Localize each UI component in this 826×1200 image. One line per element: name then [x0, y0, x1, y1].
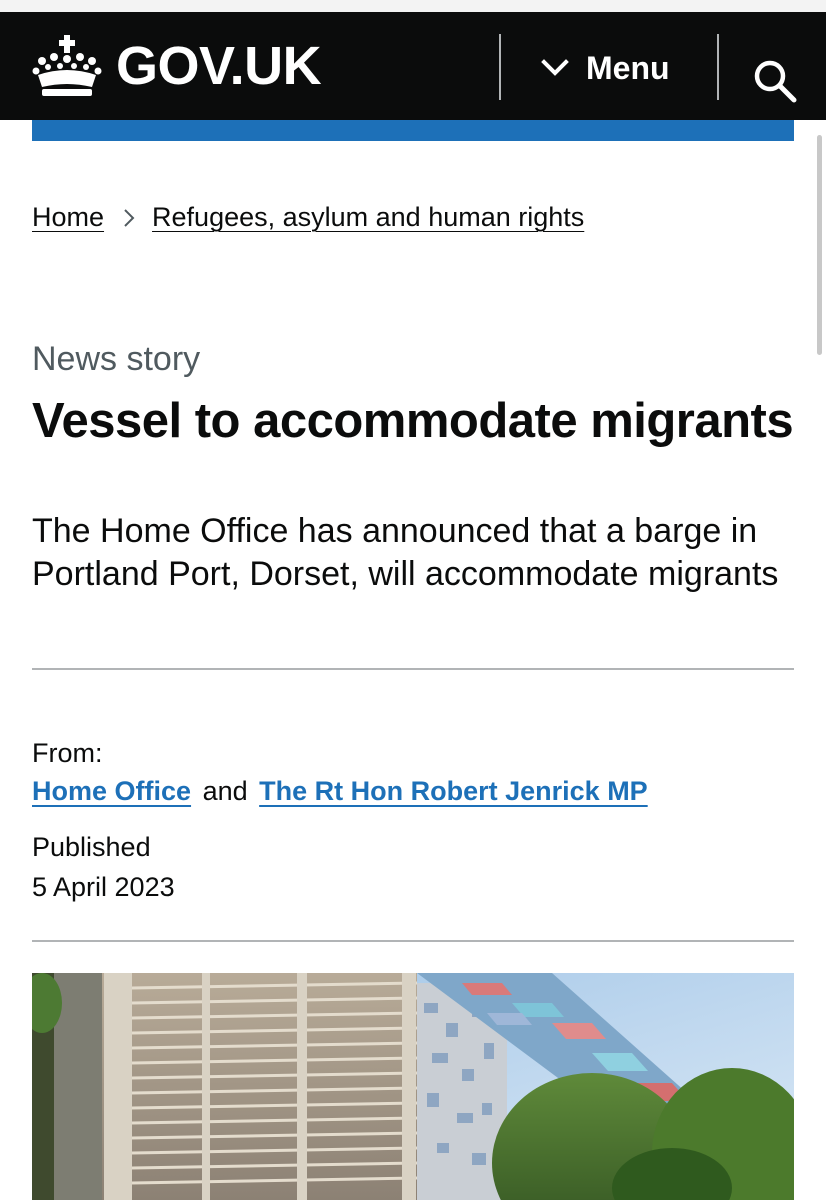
published-label: Published	[32, 832, 151, 862]
org-link-home-office[interactable]: Home Office	[32, 776, 191, 806]
site-header: GOV.UK Menu	[0, 12, 826, 120]
scrollbar[interactable]	[817, 135, 822, 355]
org-conjunction: and	[202, 776, 248, 806]
govuk-logo-link[interactable]: GOV.UK	[32, 28, 322, 104]
breadcrumb: Home Refugees, asylum and human rights	[32, 202, 584, 233]
header-divider	[499, 34, 501, 100]
chevron-right-icon	[124, 208, 135, 227]
published-date: 5 April 2023	[32, 872, 175, 902]
section-divider	[32, 940, 794, 942]
chevron-down-icon	[541, 59, 569, 76]
header-divider	[717, 34, 719, 100]
from-label: From:	[32, 738, 103, 768]
breadcrumb-link-refugees[interactable]: Refugees, asylum and human rights	[152, 202, 584, 233]
breadcrumb-link-home[interactable]: Home	[32, 202, 104, 233]
logo-text: GOV.UK	[116, 36, 322, 96]
building-photo	[32, 973, 794, 1200]
page-caption: News story	[32, 340, 201, 378]
browser-top-strip	[0, 0, 826, 12]
search-icon[interactable]	[752, 58, 798, 104]
page-title: Vessel to accommodate migrants	[32, 394, 794, 448]
org-link-robert-jenrick[interactable]: The Rt Hon Robert Jenrick MP	[259, 776, 648, 806]
menu-label: Menu	[586, 49, 670, 86]
from-organisations: Home Office and The Rt Hon Robert Jenric…	[32, 776, 648, 807]
header-blue-bar	[32, 120, 794, 141]
menu-button[interactable]: Menu	[540, 48, 670, 88]
crown-icon	[32, 35, 102, 96]
lead-image	[32, 973, 794, 1200]
article-summary: The Home Office has announced that a bar…	[32, 512, 779, 593]
section-divider	[32, 668, 794, 670]
